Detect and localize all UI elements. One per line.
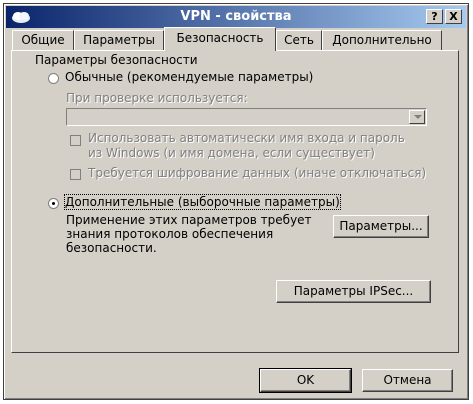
auto-logon-checkbox[interactable] — [70, 135, 81, 146]
tab-security[interactable]: Безопасность — [164, 27, 276, 51]
tab-options[interactable]: Параметры — [74, 30, 164, 50]
advanced-note-line1: Применение этих параметров требует — [66, 213, 312, 227]
tab-network[interactable]: Сеть — [276, 30, 322, 50]
close-button[interactable]: X — [445, 9, 462, 24]
auto-logon-label-line2: из Windows (и имя домена, если существуе… — [88, 146, 375, 160]
advanced-note-line2: знания протоколов обеспечения — [66, 227, 274, 241]
group-title: Параметры безопасности — [33, 53, 200, 67]
require-encryption-checkbox[interactable] — [70, 169, 81, 180]
advanced-radio[interactable] — [48, 198, 59, 209]
tab-advanced[interactable]: Дополнительно — [322, 30, 442, 50]
typical-label[interactable]: Обычные (рекомендуемые параметры) — [65, 70, 313, 84]
advanced-settings-button[interactable]: Параметры... — [333, 215, 429, 238]
typical-radio[interactable] — [48, 73, 59, 84]
verify-label: При проверке используется: — [66, 91, 248, 105]
require-encryption-label: Требуется шифрование данных (иначе отклю… — [88, 166, 427, 180]
auto-logon-label-line1: Использовать автоматически имя входа и п… — [88, 131, 405, 145]
verify-identity-select[interactable] — [66, 108, 427, 126]
ipsec-settings-button[interactable]: Параметры IPSec... — [276, 280, 431, 303]
advanced-note-line3: безопасности. — [66, 241, 157, 255]
ok-button[interactable]: OK — [259, 368, 352, 393]
title-bar[interactable]: VPN - свойства ? X — [6, 6, 466, 28]
advanced-label[interactable]: Дополнительные (выборочные параметры) — [64, 194, 341, 210]
chevron-down-icon[interactable] — [409, 110, 425, 124]
cancel-button[interactable]: Отмена — [362, 369, 453, 392]
window-title: VPN - свойства — [180, 9, 292, 24]
tab-general[interactable]: Общие — [12, 30, 74, 50]
help-button[interactable]: ? — [426, 9, 443, 24]
